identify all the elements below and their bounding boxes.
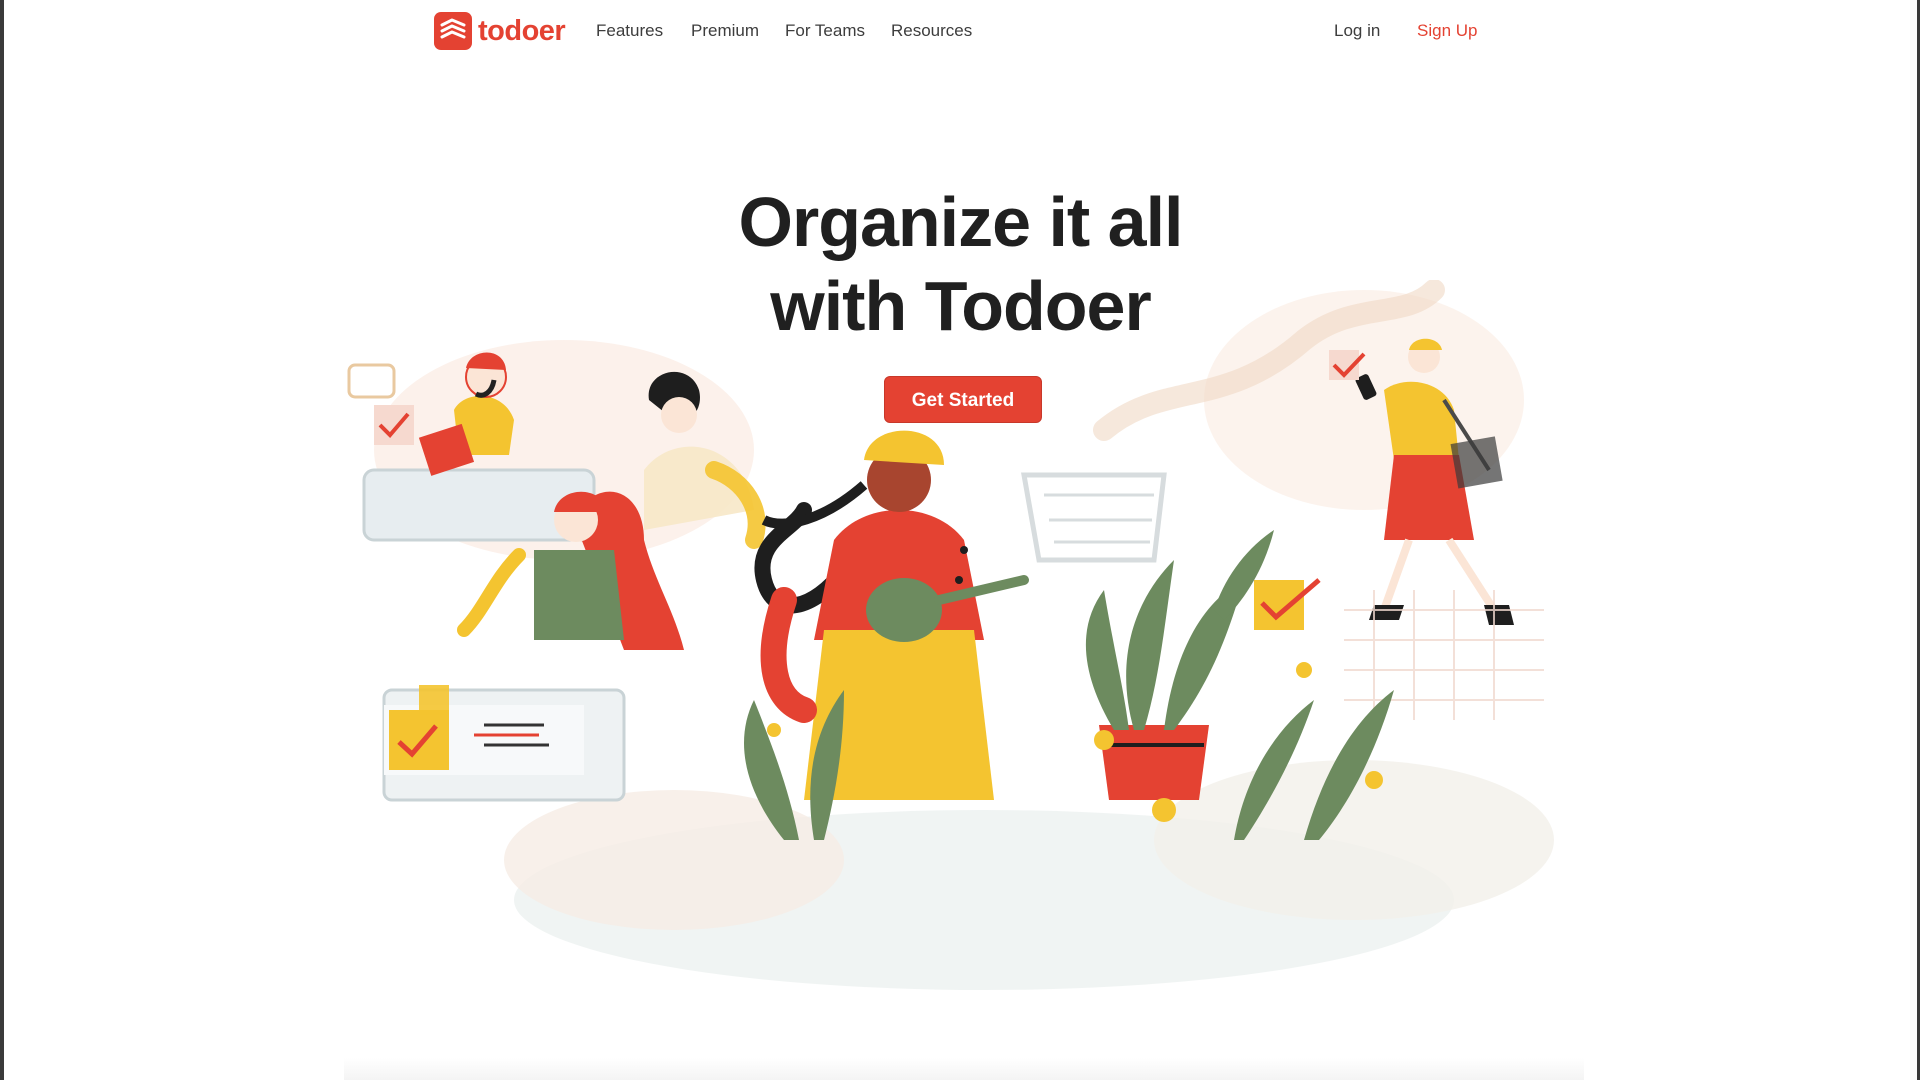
page: todoer Features Premium For Teams Resour…: [4, 0, 1917, 1080]
logo-link[interactable]: todoer: [434, 12, 566, 50]
nav-link-features[interactable]: Features: [596, 21, 663, 41]
logo-text: todoer: [478, 14, 566, 47]
logo-icon: [434, 12, 472, 50]
hero-title-line-1: Organize it all: [738, 183, 1184, 261]
top-nav: todoer Features Premium For Teams Resour…: [4, 0, 1917, 64]
people-organizing-illustration: [347, 280, 1554, 990]
nav-link-for-teams[interactable]: For Teams: [785, 21, 865, 41]
section-divider: [344, 1058, 1584, 1080]
nav-link-resources[interactable]: Resources: [891, 21, 972, 41]
signup-link[interactable]: Sign Up: [1417, 21, 1477, 41]
nav-link-premium[interactable]: Premium: [691, 21, 759, 41]
login-link[interactable]: Log in: [1334, 21, 1380, 41]
